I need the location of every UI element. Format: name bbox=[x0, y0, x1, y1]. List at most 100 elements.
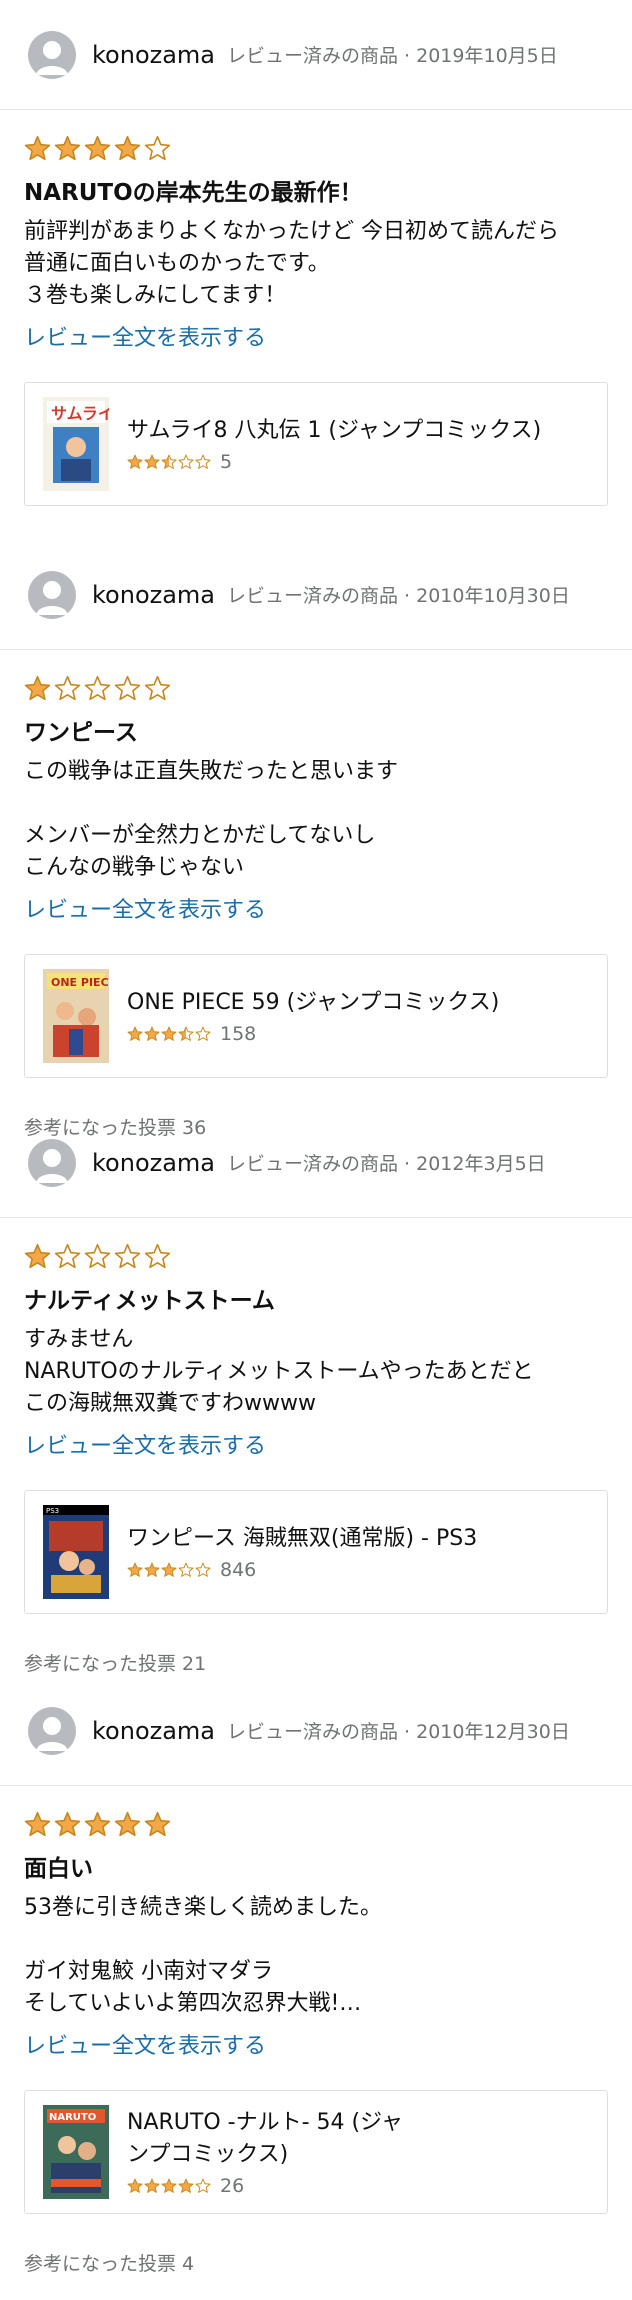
star-full-icon bbox=[127, 1562, 143, 1577]
star-full-icon bbox=[84, 1811, 111, 1836]
product-star-rating bbox=[127, 2178, 212, 2194]
rating-count: 158 bbox=[220, 1023, 257, 1045]
svg-text:サムライ8: サムライ8 bbox=[51, 404, 109, 423]
star-empty-icon bbox=[144, 135, 171, 160]
svg-text:ONE PIECE: ONE PIECE bbox=[51, 976, 109, 989]
review-meta: レビュー済みの商品 · 2010年10月30日 bbox=[227, 585, 570, 607]
star-full-icon bbox=[144, 1562, 160, 1577]
reviewer-name[interactable]: konozama bbox=[92, 1717, 215, 1745]
review-title: ナルティメットストーム bbox=[24, 1288, 275, 1314]
user-silhouette-icon bbox=[36, 1148, 68, 1183]
star-empty-icon bbox=[144, 1243, 171, 1268]
review-text: 53巻に引き続き楽しく読めました。 ガイ対鬼鮫 小南対マダラ そしていよいよ第四… bbox=[24, 1895, 382, 2016]
star-empty-icon bbox=[195, 454, 211, 469]
review-meta: レビュー済みの商品 · 2010年12月30日 bbox=[227, 1721, 570, 1743]
product-card[interactable]: NARUTO NARUTO -ナルト- 54 (ジャンプコミックス) 26 bbox=[24, 2090, 608, 2214]
review-star-rating bbox=[24, 672, 608, 704]
review-star-rating bbox=[24, 132, 608, 164]
review-card: konozama レビュー済みの商品 · 2010年12月30日 面白い 53巻… bbox=[0, 1676, 632, 2300]
review-title: 面白い bbox=[24, 1856, 93, 1882]
review-title: NARUTOの岸本先生の最新作！ bbox=[24, 180, 363, 206]
star-empty-icon bbox=[195, 1026, 211, 1041]
avatar[interactable] bbox=[28, 1706, 76, 1755]
product-title[interactable]: NARUTO -ナルト- 54 (ジャンプコミックス) bbox=[127, 2107, 407, 2171]
star-half-icon bbox=[161, 454, 177, 469]
product-card[interactable]: ONE PIECE ONE PIECE 59 (ジャンプコミックス) 158 bbox=[24, 954, 608, 1078]
avatar[interactable] bbox=[28, 1138, 76, 1187]
star-full-icon bbox=[54, 1811, 81, 1836]
rating-count: 5 bbox=[220, 451, 233, 473]
star-full-icon bbox=[84, 135, 111, 160]
read-full-review-link[interactable]: レビュー全文を表示する bbox=[24, 322, 608, 356]
star-empty-icon bbox=[195, 1562, 211, 1577]
svg-text:NARUTO: NARUTO bbox=[49, 2112, 96, 2123]
review-text: すみません NARUTOのナルティメットストームやったあとだと この海賊無双糞で… bbox=[24, 1327, 534, 1416]
review-star-rating bbox=[24, 1808, 608, 1840]
star-full-icon bbox=[24, 1243, 51, 1268]
review-text: この戦争は正直失敗だったと思います メンバーが全然力とかだしてないし こんなの戦… bbox=[24, 759, 399, 880]
star-full-icon bbox=[127, 454, 143, 469]
star-empty-icon bbox=[84, 1243, 111, 1268]
book-cover-samurai8-icon: サムライ8 bbox=[43, 397, 109, 491]
star-full-icon bbox=[144, 1026, 160, 1041]
book-cover-naruto-icon: NARUTO bbox=[43, 2105, 109, 2199]
star-empty-icon bbox=[84, 675, 111, 700]
review-header: konozama レビュー済みの商品 · 2010年12月30日 bbox=[0, 1676, 632, 1786]
review-card: konozama レビュー済みの商品 · 2019年10月5日 NARUTOの岸… bbox=[0, 0, 632, 540]
star-empty-icon bbox=[178, 454, 194, 469]
reviewer-name[interactable]: konozama bbox=[92, 1149, 215, 1177]
star-full-icon bbox=[161, 1562, 177, 1577]
review-card: konozama レビュー済みの商品 · 2012年3月5日 ナルティメットスト… bbox=[0, 1108, 632, 1676]
star-full-icon bbox=[178, 2178, 194, 2193]
book-cover-onepiece-icon: ONE PIECE bbox=[43, 969, 109, 1063]
star-full-icon bbox=[161, 2178, 177, 2193]
star-empty-icon bbox=[54, 675, 81, 700]
reviewer-name[interactable]: konozama bbox=[92, 581, 215, 609]
product-card[interactable]: PS3 ワンピース 海賊無双(通常版) - PS3 846 bbox=[24, 1490, 608, 1614]
product-title[interactable]: ONE PIECE 59 (ジャンプコミックス) bbox=[127, 987, 499, 1019]
read-full-review-link[interactable]: レビュー全文を表示する bbox=[24, 1430, 608, 1464]
review-header: konozama レビュー済みの商品 · 2012年3月5日 bbox=[0, 1108, 632, 1218]
reviewer-name[interactable]: konozama bbox=[92, 41, 215, 69]
star-full-icon bbox=[24, 675, 51, 700]
review-header: konozama レビュー済みの商品 · 2019年10月5日 bbox=[0, 0, 632, 110]
review-text: 前評判があまりよくなかったけど 今日初めて読んだら 普通に面白いものかったです。… bbox=[24, 219, 559, 308]
star-full-icon bbox=[127, 2178, 143, 2193]
review-header: konozama レビュー済みの商品 · 2010年10月30日 bbox=[0, 540, 632, 650]
star-empty-icon bbox=[144, 675, 171, 700]
review-meta: レビュー済みの商品 · 2012年3月5日 bbox=[227, 1153, 546, 1175]
product-title[interactable]: サムライ8 八丸伝 1 (ジャンプコミックス) bbox=[127, 415, 541, 447]
product-card[interactable]: サムライ8 サムライ8 八丸伝 1 (ジャンプコミックス) 5 bbox=[24, 382, 608, 506]
rating-count: 846 bbox=[220, 1559, 257, 1581]
user-silhouette-icon bbox=[36, 40, 68, 75]
read-full-review-link[interactable]: レビュー全文を表示する bbox=[24, 2030, 608, 2064]
star-full-icon bbox=[24, 135, 51, 160]
star-empty-icon bbox=[114, 675, 141, 700]
star-full-icon bbox=[114, 135, 141, 160]
star-full-icon bbox=[127, 1026, 143, 1041]
avatar[interactable] bbox=[28, 30, 76, 79]
product-star-rating bbox=[127, 454, 212, 470]
star-full-icon bbox=[144, 1811, 171, 1836]
user-silhouette-icon bbox=[36, 580, 68, 615]
review-card: konozama レビュー済みの商品 · 2010年10月30日 ワンピース こ… bbox=[0, 540, 632, 1139]
star-empty-icon bbox=[114, 1243, 141, 1268]
star-full-icon bbox=[144, 2178, 160, 2193]
review-list: konozama レビュー済みの商品 · 2019年10月5日 NARUTOの岸… bbox=[0, 0, 632, 2300]
rating-count: 26 bbox=[220, 2175, 245, 2197]
star-full-icon bbox=[54, 135, 81, 160]
star-empty-icon bbox=[195, 2178, 211, 2193]
helpful-votes: 参考になった投票 4 bbox=[24, 2253, 195, 2275]
star-full-icon bbox=[114, 1811, 141, 1836]
avatar[interactable] bbox=[28, 570, 76, 619]
svg-text:PS3: PS3 bbox=[46, 1507, 59, 1515]
star-full-icon bbox=[144, 454, 160, 469]
star-empty-icon bbox=[178, 1562, 194, 1577]
product-title[interactable]: ワンピース 海賊無双(通常版) - PS3 bbox=[127, 1523, 477, 1555]
star-half-icon bbox=[178, 1026, 194, 1041]
review-meta: レビュー済みの商品 · 2019年10月5日 bbox=[227, 45, 558, 67]
game-cover-ps3-icon: PS3 bbox=[43, 1505, 109, 1599]
review-title: ワンピース bbox=[24, 720, 138, 746]
read-full-review-link[interactable]: レビュー全文を表示する bbox=[24, 894, 608, 928]
review-star-rating bbox=[24, 1240, 608, 1272]
